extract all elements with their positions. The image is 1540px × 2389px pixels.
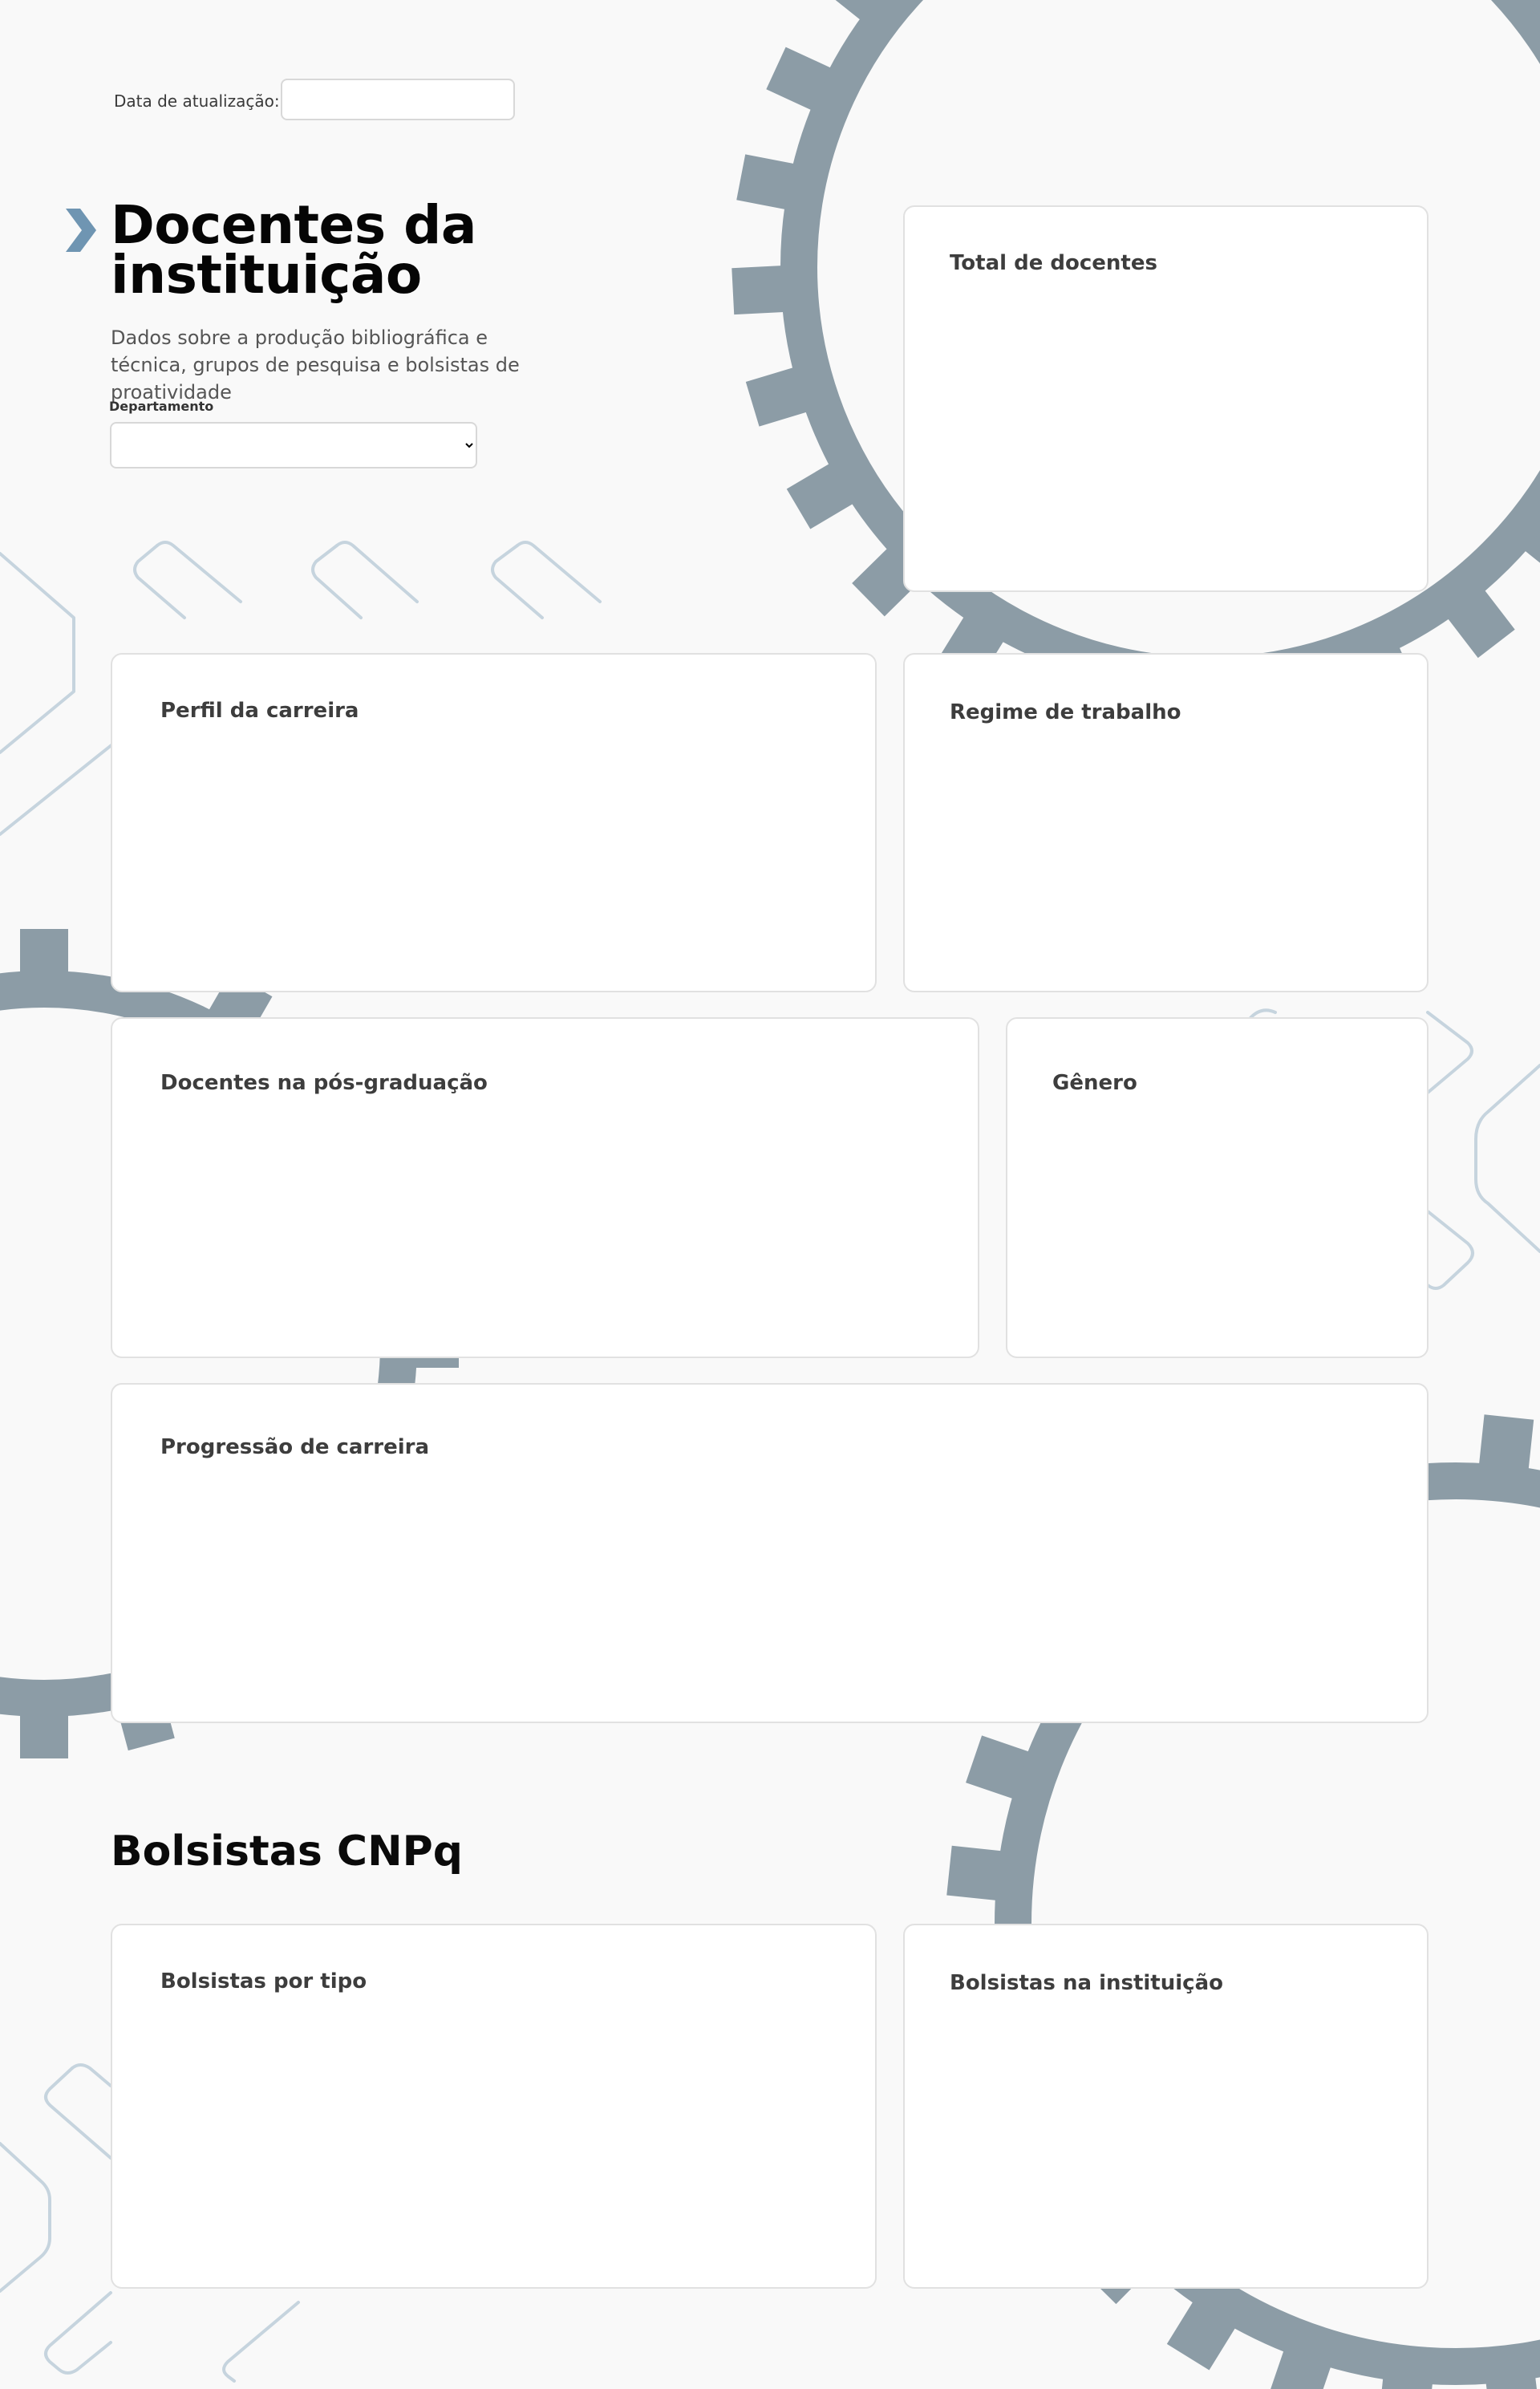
card-title: Perfil da carreira bbox=[160, 699, 359, 723]
card-title: Gênero bbox=[1052, 1071, 1137, 1095]
outline-shape bbox=[335, 541, 419, 603]
update-date-field[interactable] bbox=[281, 79, 515, 120]
card-title: Regime de trabalho bbox=[950, 700, 1181, 724]
outline-shape bbox=[71, 2063, 112, 2087]
perfil-carreira-card: Perfil da carreira bbox=[111, 653, 877, 992]
outline-shape bbox=[44, 2067, 112, 2160]
progressao-carreira-card: Progressão de carreira bbox=[111, 1383, 1429, 1723]
bolsistas-instituicao-card: Bolsistas na instituição bbox=[903, 1924, 1429, 2289]
outline-shape bbox=[44, 2291, 112, 2375]
department-label: Departamento bbox=[109, 399, 214, 414]
page-title: Docentes da instituição bbox=[111, 194, 476, 306]
outline-shape bbox=[0, 2142, 51, 2293]
department-select[interactable] bbox=[110, 422, 477, 468]
outline-shape bbox=[1426, 1210, 1474, 1290]
outline-shape bbox=[311, 544, 363, 619]
card-title: Bolsistas na instituição bbox=[950, 1971, 1223, 1995]
total-docentes-card: Total de docentes bbox=[903, 205, 1429, 592]
genero-card: Gênero bbox=[1006, 1017, 1429, 1358]
outline-shape bbox=[0, 743, 114, 836]
card-title: Total de docentes bbox=[950, 251, 1157, 275]
section-title-bolsistas: Bolsistas CNPq bbox=[111, 1827, 463, 1876]
outline-shape bbox=[156, 541, 242, 603]
page-subtitle: Dados sobre a produção bibliográfica e t… bbox=[111, 327, 520, 404]
outline-shape bbox=[516, 541, 602, 603]
outline-shape bbox=[222, 2301, 300, 2383]
update-date-label: Data de atualização: bbox=[114, 91, 280, 111]
bolsistas-tipo-card: Bolsistas por tipo bbox=[111, 1924, 877, 2289]
outline-shape bbox=[491, 544, 544, 619]
chevron-right-icon bbox=[66, 209, 96, 252]
outline-shape bbox=[1474, 1064, 1540, 1253]
card-title: Progressão de carreira bbox=[160, 1435, 430, 1459]
card-title: Docentes na pós-graduação bbox=[160, 1071, 488, 1095]
outline-shape bbox=[0, 552, 75, 754]
regime-trabalho-card: Regime de trabalho bbox=[903, 653, 1429, 992]
card-title: Bolsistas por tipo bbox=[160, 1969, 367, 1994]
outline-shape bbox=[1426, 1011, 1473, 1094]
outline-shape bbox=[133, 544, 186, 619]
pos-graduacao-card: Docentes na pós-graduação bbox=[111, 1017, 979, 1358]
